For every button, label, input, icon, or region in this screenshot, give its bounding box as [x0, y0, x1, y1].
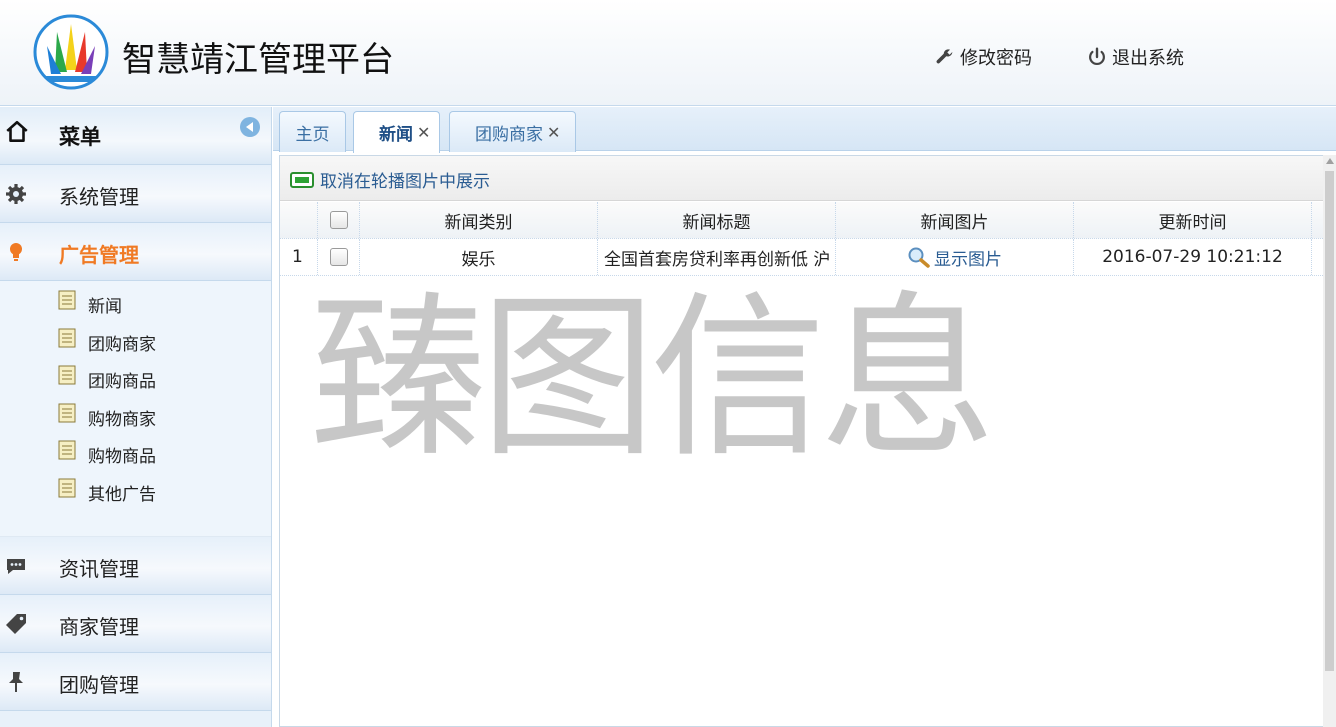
sidebar-title: 菜单 — [59, 124, 101, 149]
wrench-icon — [936, 49, 953, 64]
submenu-item-shop-product[interactable]: 购物商品 — [0, 435, 271, 473]
home-icon — [6, 120, 28, 142]
sidebar-item-system[interactable]: 系统管理 — [0, 165, 271, 223]
logout-label: 退出系统 — [1112, 48, 1184, 69]
tab-label: 团购商家 — [475, 124, 543, 145]
change-password-button[interactable]: 修改密码 — [934, 44, 1032, 70]
column-header-updated[interactable]: 更新时间 — [1074, 202, 1312, 238]
tab-bar: 主页 新闻 ✕ 团购商家 ✕ — [273, 107, 1336, 153]
submenu-item-label: 团购商家 — [88, 334, 156, 355]
sidebar-item-label: 资讯管理 — [59, 557, 139, 581]
table-header-row: 新闻类别 新闻标题 新闻图片 更新时间 — [280, 202, 1323, 239]
table-row[interactable]: 1 娱乐 全国首套房贷利率再创新低 沪 显示图片 2016-07-29 10:2… — [280, 239, 1323, 276]
sidebar-item-label: 广告管理 — [59, 243, 139, 267]
submenu-item-label: 团购商品 — [88, 372, 156, 392]
pin-icon — [9, 672, 23, 692]
sidebar-header: 菜单 — [0, 107, 271, 165]
document-icon — [58, 440, 76, 460]
power-icon — [1089, 47, 1105, 66]
submenu-item-label: 购物商家 — [88, 409, 156, 430]
news-title: 全国首套房贷利率再创新低 沪 — [598, 239, 836, 275]
tab-label: 主页 — [295, 124, 330, 145]
cancel-carousel-label: 取消在轮播图片中展示 — [320, 172, 490, 192]
select-all-cell — [318, 202, 360, 238]
news-category: 娱乐 — [360, 239, 598, 275]
submenu-item-shop-merchant[interactable]: 购物商家 — [0, 398, 271, 436]
bulb-icon — [10, 243, 22, 261]
app-title: 智慧靖江管理平台 — [122, 40, 394, 80]
show-image-label: 显示图片 — [934, 249, 1002, 270]
cancel-carousel-button[interactable]: 取消在轮播图片中展示 — [290, 167, 490, 192]
submenu-item-group-merchant[interactable]: 团购商家 — [0, 323, 271, 361]
tab-news[interactable]: 新闻 ✕ — [353, 111, 440, 153]
column-header-image[interactable]: 新闻图片 — [836, 202, 1074, 238]
sidebar-item-info[interactable]: 资讯管理 — [0, 537, 271, 595]
ads-submenu: 新闻 团购商家 团购商品 购物商家 购物商品 其他广告 — [0, 281, 271, 537]
sidebar-item-label: 团购管理 — [59, 673, 139, 697]
news-updated-time: 2016-07-29 10:21:12 — [1074, 239, 1312, 275]
show-image-link[interactable]: 显示图片 — [907, 245, 1002, 270]
content-panel: 取消在轮播图片中展示 新闻类别 新闻标题 新闻图片 更新时间 1 娱乐 全国首套… — [279, 155, 1324, 727]
row-number: 1 — [280, 239, 318, 275]
news-image-cell: 显示图片 — [836, 239, 1074, 275]
row-select-cell — [318, 239, 360, 275]
tab-home[interactable]: 主页 — [279, 111, 346, 152]
vertical-scrollbar[interactable] — [1323, 155, 1336, 727]
row-number-header — [280, 202, 318, 238]
scroll-thumb[interactable] — [1325, 171, 1334, 671]
column-header-category[interactable]: 新闻类别 — [360, 202, 598, 238]
gear-icon — [6, 184, 26, 204]
sidebar-item-ads[interactable]: 广告管理 — [0, 223, 271, 281]
row-checkbox[interactable] — [329, 248, 348, 266]
column-header-title[interactable]: 新闻标题 — [598, 202, 836, 238]
document-icon — [58, 365, 76, 385]
submenu-item-news[interactable]: 新闻 — [0, 285, 271, 323]
sidebar-collapse-button[interactable] — [240, 117, 260, 137]
document-icon — [58, 403, 76, 422]
submenu-item-label: 其他广告 — [88, 484, 156, 505]
document-icon — [58, 290, 76, 310]
submenu-item-other-ads[interactable]: 其他广告 — [0, 473, 271, 511]
toggle-off-icon — [290, 171, 314, 188]
tab-label: 新闻 — [379, 125, 413, 145]
document-icon — [58, 328, 76, 347]
sidebar: 菜单 系统管理 广告管理 新闻 团购商家 团购商品 购物商家 购物商品 其他广告… — [0, 107, 272, 727]
magnifier-icon — [908, 247, 930, 268]
sidebar-item-merchant[interactable]: 商家管理 — [0, 595, 271, 653]
tag-icon — [6, 614, 26, 634]
sidebar-item-label: 系统管理 — [59, 185, 139, 209]
sidebar-item-group-buy[interactable]: 团购管理 — [0, 653, 271, 711]
close-icon[interactable]: ✕ — [547, 123, 560, 142]
document-icon — [58, 478, 76, 497]
submenu-item-label: 购物商品 — [88, 447, 156, 467]
chat-bubble-icon — [7, 559, 25, 574]
toolbar: 取消在轮播图片中展示 — [280, 156, 1323, 201]
tab-group-merchant[interactable]: 团购商家 ✕ — [449, 111, 576, 152]
news-table: 新闻类别 新闻标题 新闻图片 更新时间 1 娱乐 全国首套房贷利率再创新低 沪 … — [280, 202, 1323, 276]
scroll-up-arrow-icon[interactable] — [1326, 158, 1334, 164]
app-logo — [33, 14, 109, 90]
header: 智慧靖江管理平台 修改密码 退出系统 — [0, 0, 1336, 106]
sidebar-item-label: 商家管理 — [59, 615, 139, 639]
change-password-label: 修改密码 — [960, 48, 1032, 69]
close-icon[interactable]: ✕ — [417, 123, 430, 142]
submenu-item-group-product[interactable]: 团购商品 — [0, 360, 271, 398]
submenu-item-label: 新闻 — [88, 297, 122, 317]
logout-button[interactable]: 退出系统 — [1086, 44, 1184, 70]
select-all-checkbox[interactable] — [329, 211, 348, 229]
